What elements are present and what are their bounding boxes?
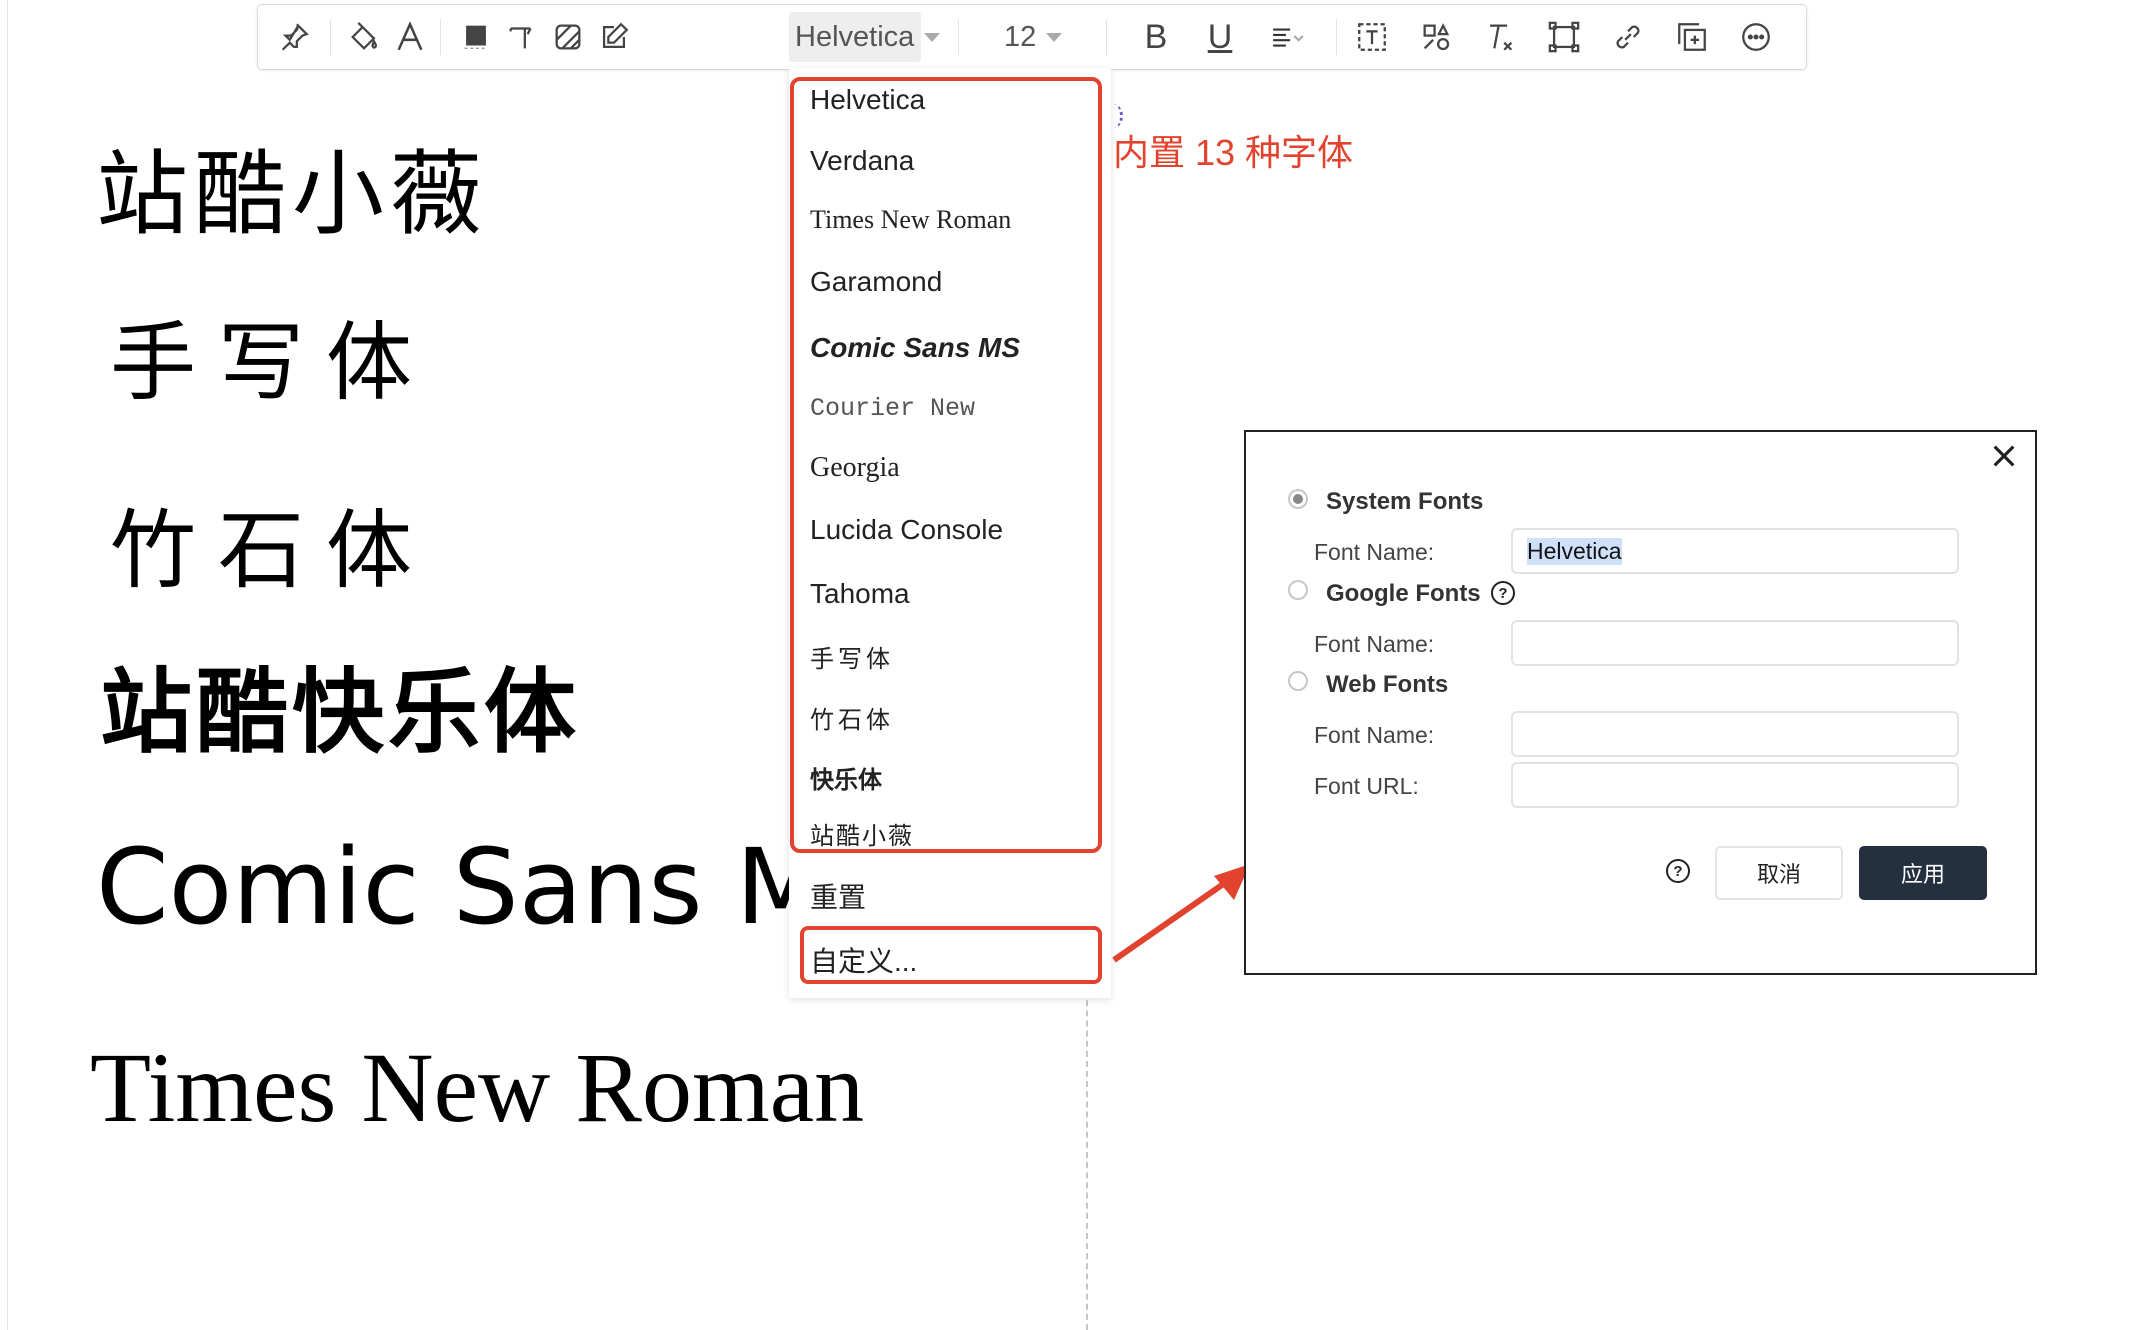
edit-icon[interactable]: [592, 15, 636, 59]
system-font-name-label: Font Name:: [1314, 539, 1435, 565]
underline-button[interactable]: U: [1198, 15, 1242, 59]
page-edge: [7, 0, 8, 1330]
google-font-name-input[interactable]: [1511, 620, 1959, 666]
chevron-down-icon: [1046, 32, 1063, 42]
align-left-icon[interactable]: [1258, 15, 1318, 59]
add-page-icon[interactable]: [1670, 15, 1714, 59]
page-guide-line: [1086, 980, 1088, 1330]
web-fonts-label: Web Fonts: [1326, 671, 1449, 698]
link-icon[interactable]: [1606, 15, 1650, 59]
font-size-select[interactable]: 12: [1004, 12, 1084, 62]
chevron-down-icon: [924, 32, 941, 42]
google-fonts-radio[interactable]: [1288, 580, 1308, 600]
canvas-text-shouxieti: 手写体: [110, 313, 434, 413]
custom-option-highlight: [800, 926, 1102, 984]
font-family-value: Helvetica: [795, 20, 915, 53]
annotation-arrow-icon: [1112, 864, 1250, 963]
toolbar-separator: [330, 19, 331, 55]
canvas-text-zhanku-kuaile: 站酷快乐体: [100, 659, 581, 766]
clear-format-icon[interactable]: [1478, 15, 1522, 59]
help-icon[interactable]: ?: [1666, 859, 1690, 883]
canvas-text-times: Times New Roman: [90, 1032, 865, 1143]
google-fonts-label: Google Fonts: [1326, 580, 1481, 607]
web-font-url-label: Font URL:: [1314, 773, 1419, 799]
canvas-text-comic-sans: Comic Sans MS: [96, 826, 892, 948]
reset-option[interactable]: 重置: [810, 876, 866, 916]
system-font-name-value: Helvetica: [1527, 537, 1622, 565]
font-size-value: 12: [1004, 20, 1037, 53]
font-family-select[interactable]: Helvetica: [789, 12, 941, 62]
system-fonts-label: System Fonts: [1326, 488, 1484, 515]
more-icon[interactable]: [1734, 15, 1778, 59]
fill-square-icon[interactable]: [454, 15, 498, 59]
frame-icon[interactable]: [1542, 15, 1586, 59]
system-font-name-input[interactable]: Helvetica: [1511, 528, 1959, 574]
builtin-fonts-highlight: [790, 77, 1102, 853]
web-font-url-input[interactable]: [1511, 762, 1959, 808]
pattern-icon[interactable]: [546, 15, 590, 59]
toolbar-separator: [958, 19, 959, 55]
format-toolbar: Helvetica 12 B U: [257, 4, 1807, 70]
close-icon[interactable]: [1988, 440, 2020, 472]
bold-button[interactable]: B: [1134, 15, 1178, 59]
text-style-icon[interactable]: [500, 15, 544, 59]
text-box-icon[interactable]: [1350, 15, 1394, 59]
font-color-icon[interactable]: [388, 15, 432, 59]
pin-icon[interactable]: [272, 15, 316, 59]
web-font-name-input[interactable]: [1511, 711, 1959, 757]
paint-bucket-icon[interactable]: [342, 15, 386, 59]
help-icon[interactable]: ?: [1491, 581, 1515, 605]
cancel-button[interactable]: 取消: [1715, 846, 1843, 900]
apply-button[interactable]: 应用: [1859, 846, 1987, 900]
builtin-fonts-annotation: 内置 13 种字体: [1113, 132, 1354, 173]
system-fonts-radio[interactable]: [1288, 489, 1308, 509]
toolbar-separator: [440, 19, 441, 55]
canvas-text-zhanku-xiaowei: 站酷小薇: [96, 141, 489, 248]
toolbar-separator: [1106, 19, 1107, 55]
google-font-name-label: Font Name:: [1314, 631, 1435, 657]
shapes-icon[interactable]: [1414, 15, 1458, 59]
web-fonts-radio[interactable]: [1288, 671, 1308, 691]
canvas-text-zhushiti: 竹石体: [110, 501, 434, 601]
toolbar-separator: [1336, 19, 1337, 55]
web-font-name-label: Font Name:: [1314, 722, 1435, 748]
